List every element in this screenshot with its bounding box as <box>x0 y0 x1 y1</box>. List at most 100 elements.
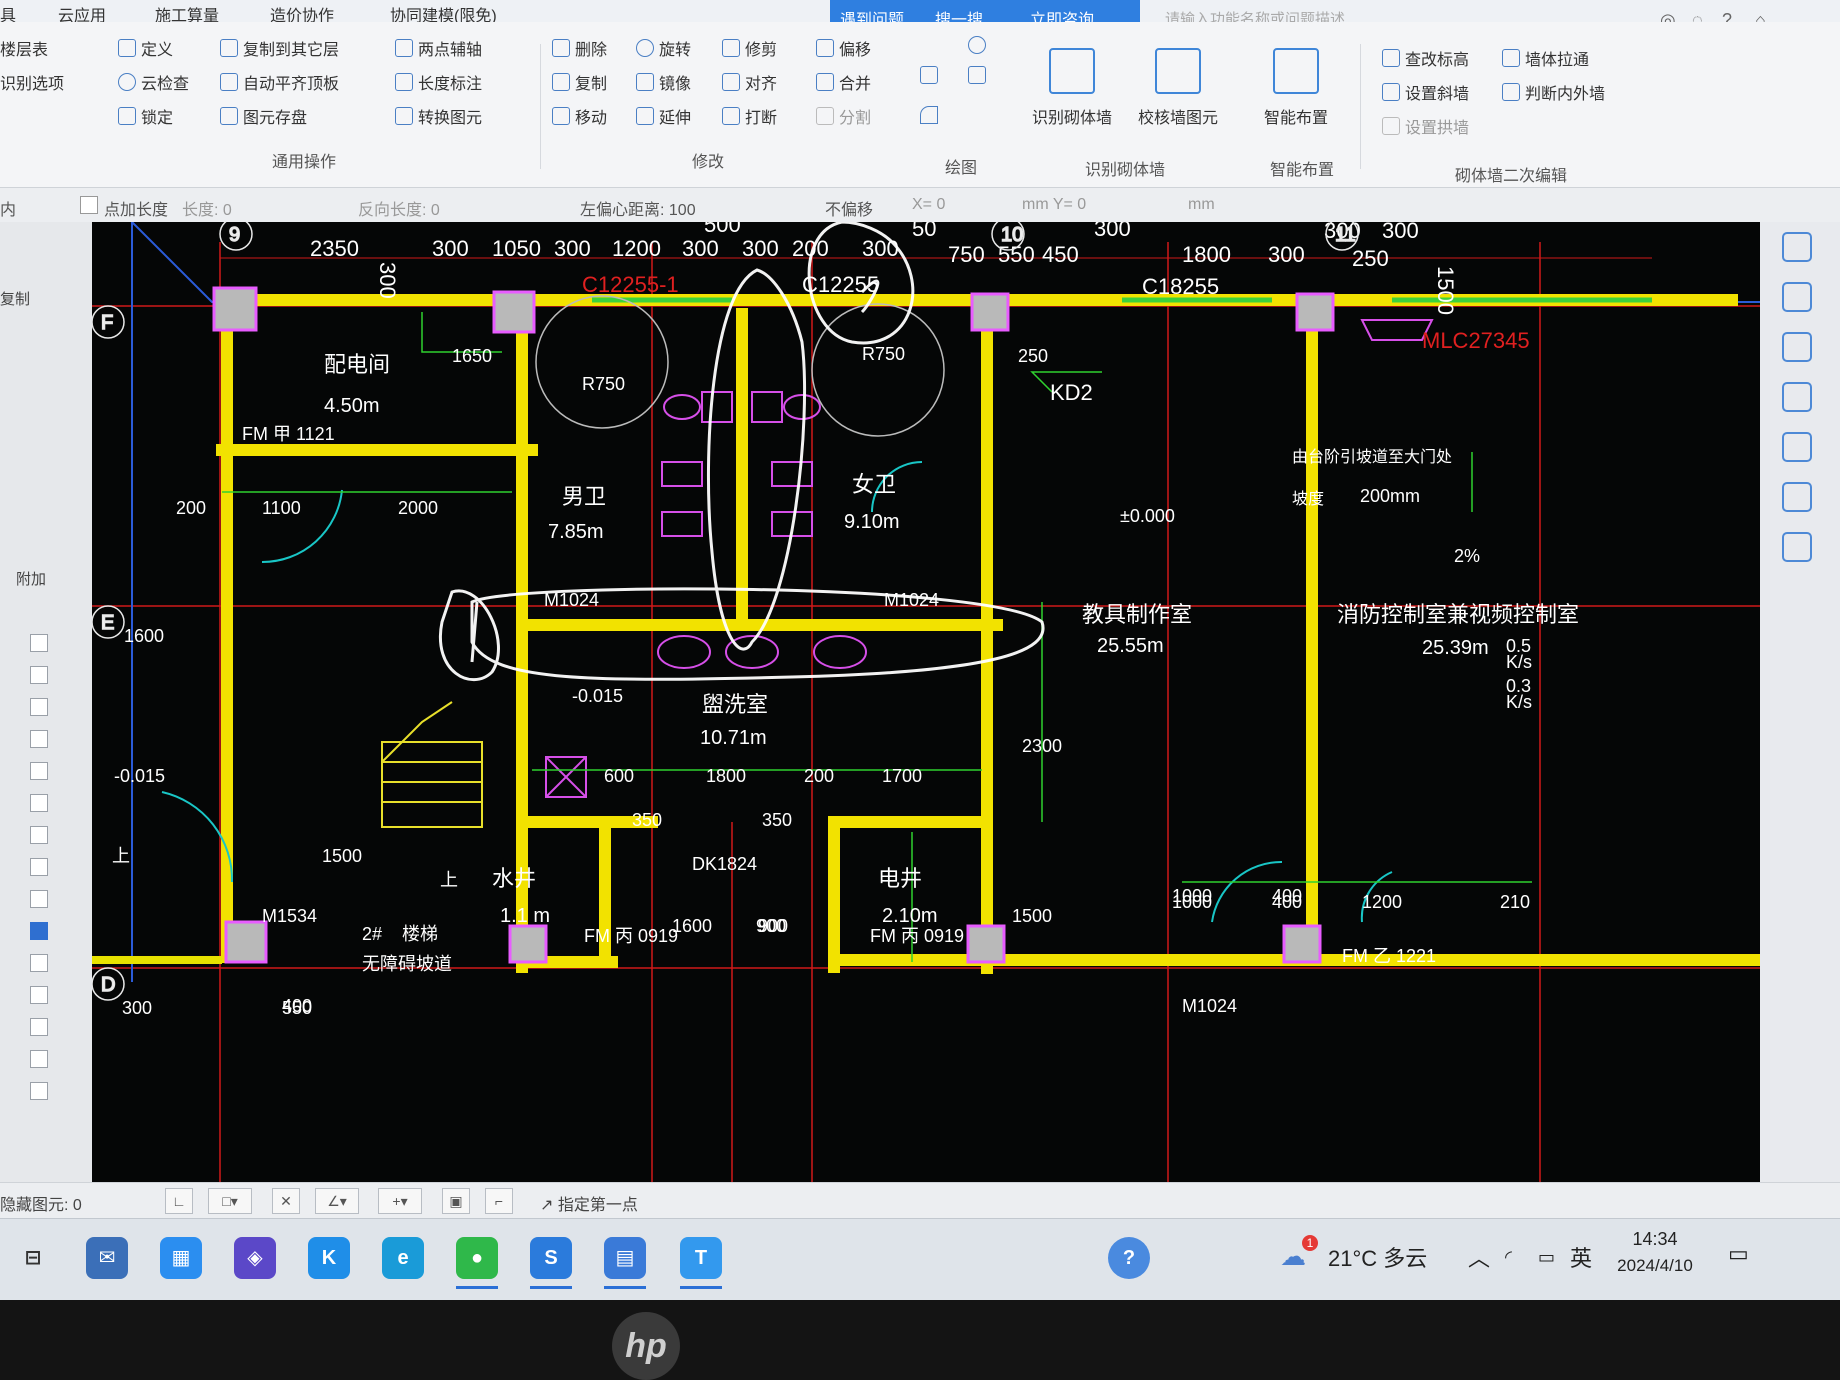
layer-checkbox[interactable] <box>30 986 48 1004</box>
align-button[interactable]: 对齐 <box>722 70 777 94</box>
length-dim-button[interactable]: 长度标注 <box>395 70 482 94</box>
notification-icon[interactable]: ▭ <box>1728 1241 1749 1267</box>
prop-layer[interactable]: 内 <box>0 196 16 220</box>
snap-rect-button[interactable]: □▾ <box>208 1188 252 1214</box>
mirror-icon <box>636 73 654 91</box>
layer-checkbox[interactable] <box>30 1050 48 1068</box>
check-wall-button[interactable]: 校核墙图元 <box>1132 42 1224 142</box>
lock-button[interactable]: 锁定 <box>118 104 173 128</box>
recognize-wall-button[interactable]: 识别砌体墙 <box>1026 42 1118 142</box>
browser-icon[interactable]: ◈ <box>234 1237 276 1279</box>
set-slope-wall-button[interactable]: 设置斜墙 <box>1382 80 1469 104</box>
point-length-checkbox[interactable] <box>80 196 98 214</box>
room-name: 男卫 <box>562 484 606 509</box>
convert-element-button[interactable]: 转换图元 <box>395 104 482 128</box>
clock[interactable]: 14:34 2024/4/10 <box>1610 1229 1700 1276</box>
offset-select[interactable]: 不偏移 <box>825 196 873 220</box>
two-point-axis-button[interactable]: 两点辅轴 <box>395 36 482 60</box>
track-button[interactable]: +▾ <box>378 1188 422 1214</box>
filter-icon[interactable] <box>1782 482 1812 512</box>
draw-line-button[interactable] <box>920 66 938 84</box>
layer-checkbox[interactable] <box>30 826 48 844</box>
measure-icon[interactable] <box>1782 432 1812 462</box>
settings-icon[interactable] <box>1782 532 1812 562</box>
copy-to-layer-button[interactable]: 复制到其它层 <box>220 36 339 60</box>
break-button[interactable]: 打断 <box>722 104 777 128</box>
angle-button[interactable]: ∠▾ <box>315 1188 359 1214</box>
layer-checkbox[interactable] <box>30 730 48 748</box>
snap-cross-button[interactable]: ✕ <box>272 1188 300 1214</box>
mail-icon[interactable]: ✉ <box>86 1237 128 1279</box>
set-arch-wall-button[interactable]: 设置拱墙 <box>1382 114 1469 138</box>
layer-checkbox[interactable] <box>30 890 48 908</box>
copy-label[interactable]: 复制 <box>0 288 30 309</box>
unit-label: mm <box>1188 196 1215 213</box>
dyn-input-button[interactable]: ▣ <box>442 1188 470 1214</box>
layer-checkbox[interactable] <box>30 666 48 684</box>
layer-checkbox[interactable] <box>30 1082 48 1100</box>
trim-button[interactable]: 修剪 <box>722 36 777 60</box>
copy-button[interactable]: 复制 <box>552 70 607 94</box>
rotate-button[interactable]: 旋转 <box>636 36 691 60</box>
reverse-length-field[interactable]: 反向长度: 0 <box>358 196 440 220</box>
wall-extend-button[interactable]: 墙体拉通 <box>1502 46 1589 70</box>
ime-indicator[interactable]: 英 <box>1570 1241 1592 1273</box>
layer-checkbox[interactable] <box>30 634 48 652</box>
split-button[interactable]: 分割 <box>816 104 871 128</box>
ortho-button[interactable]: ∟ <box>165 1188 193 1214</box>
group-label-secondary: 砌体墙二次编辑 <box>1455 168 1568 185</box>
layer-checkbox[interactable] <box>30 858 48 876</box>
layer-checkbox[interactable] <box>30 954 48 972</box>
view-3d-icon[interactable] <box>1782 232 1812 262</box>
layer-checkbox[interactable] <box>30 762 48 780</box>
layer-checkbox[interactable] <box>30 698 48 716</box>
weather-text[interactable]: 21°C 多云 <box>1328 1241 1427 1273</box>
merge-button[interactable]: 合并 <box>816 70 871 94</box>
floor-table-button[interactable]: 楼层表 <box>0 36 48 60</box>
layer-checkbox-checked[interactable] <box>30 922 48 940</box>
assistant-icon[interactable]: ? <box>1108 1237 1150 1279</box>
auto-align-slab-button[interactable]: 自动平齐顶板 <box>220 70 339 94</box>
battery-icon[interactable]: ▭ <box>1538 1247 1555 1268</box>
draw-point-button[interactable] <box>968 36 986 54</box>
cube-icon[interactable] <box>1782 282 1812 312</box>
length-field[interactable]: 长度: 0 <box>182 196 232 220</box>
polar-button[interactable]: ⌐ <box>485 1188 513 1214</box>
move-button[interactable]: 移动 <box>552 104 607 128</box>
select-icon[interactable] <box>1782 382 1812 412</box>
task-view-icon[interactable]: ⊟ <box>12 1237 54 1279</box>
wechat-icon[interactable]: ● <box>456 1237 498 1289</box>
draw-arc-button[interactable] <box>920 106 938 124</box>
cad-canvas[interactable]: 2350 300 300 1050 300 1200 300 300 200 300 500 50 75… <box>92 222 1772 1182</box>
wifi-icon[interactable]: ◜ <box>1505 1247 1512 1268</box>
layer-checkbox[interactable] <box>30 1018 48 1036</box>
draw-rect-button[interactable] <box>968 66 986 84</box>
app-s-icon[interactable]: S <box>530 1237 572 1289</box>
app-t-icon[interactable]: T <box>680 1237 722 1289</box>
store-icon[interactable]: ▦ <box>160 1237 202 1279</box>
layer-icon[interactable] <box>1782 332 1812 362</box>
recognize-options-button[interactable]: 识别选项 <box>0 70 64 94</box>
axis-label: 11 <box>1335 224 1356 246</box>
define-button[interactable]: 定义 <box>118 36 173 60</box>
left-eccentric-field[interactable]: 左偏心距离: 100 <box>580 196 696 220</box>
plan-label: 1000 <box>1172 892 1212 912</box>
x-field[interactable]: X= 0 <box>912 196 945 214</box>
dimension-label: 300 <box>432 236 469 261</box>
layer-checkbox[interactable] <box>30 794 48 812</box>
doc-app-icon[interactable]: ▤ <box>604 1237 646 1289</box>
save-element-button[interactable]: 图元存盘 <box>220 104 307 128</box>
inner-outer-wall-button[interactable]: 判断内外墙 <box>1502 80 1605 104</box>
mirror-button[interactable]: 镜像 <box>636 70 691 94</box>
tray-chevron-icon[interactable]: ︿ <box>1468 1241 1490 1273</box>
offset-button[interactable]: 偏移 <box>816 36 871 60</box>
delete-button[interactable]: 删除 <box>552 36 607 60</box>
smart-layout-button[interactable]: 智能布置 <box>1250 42 1342 142</box>
edge-icon[interactable]: e <box>382 1237 424 1279</box>
edit-elevation-button[interactable]: 查改标高 <box>1382 46 1469 70</box>
extend-button[interactable]: 延伸 <box>636 104 691 128</box>
k-app-icon[interactable]: K <box>308 1237 350 1279</box>
label: 楼层表 <box>0 42 49 59</box>
cloud-check-button[interactable]: 云检查 <box>118 70 189 94</box>
y-field[interactable]: mm Y= 0 <box>1022 196 1086 214</box>
